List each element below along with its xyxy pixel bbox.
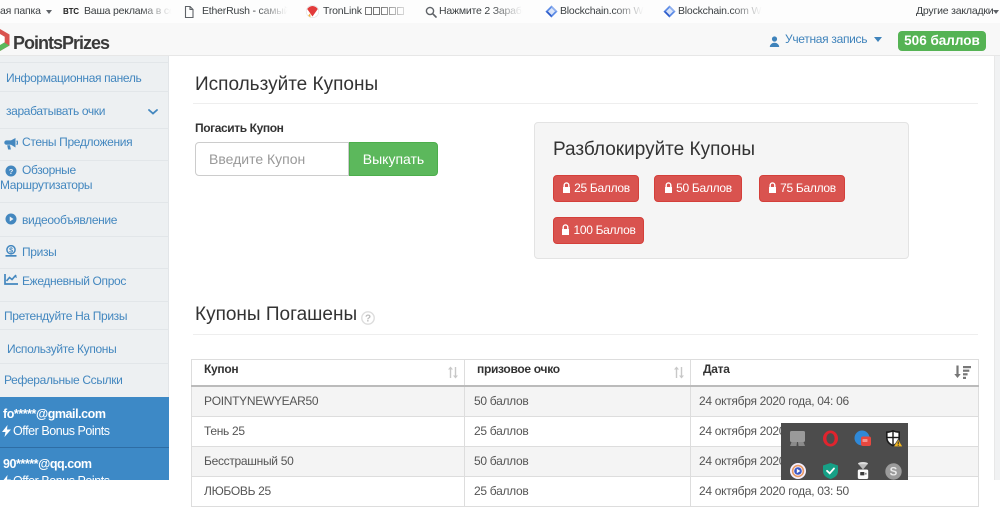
svg-text:?: ?	[9, 167, 14, 176]
svg-text:$: $	[9, 247, 13, 254]
svg-text:?: ?	[365, 314, 371, 325]
svg-text:S: S	[890, 467, 898, 479]
